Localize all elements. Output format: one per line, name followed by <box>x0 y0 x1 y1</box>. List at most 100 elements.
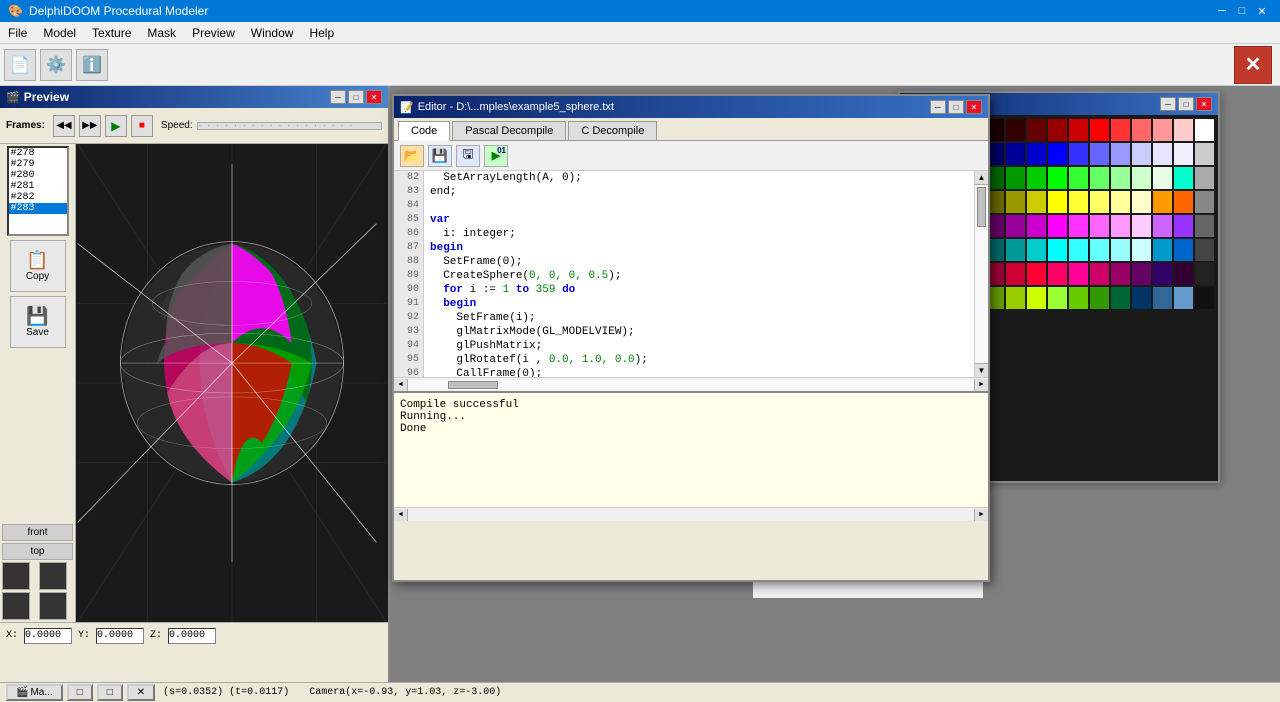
z-input[interactable] <box>168 628 216 644</box>
color-cell-53[interactable] <box>1069 215 1088 237</box>
color-cell-8[interactable] <box>1132 119 1151 141</box>
tab-top[interactable]: top <box>2 543 73 560</box>
color-cell-21[interactable] <box>1153 143 1172 165</box>
color-cell-56[interactable] <box>1132 215 1151 237</box>
menu-window[interactable]: Window <box>243 24 302 42</box>
color-cell-63[interactable] <box>1027 239 1046 261</box>
frame-280[interactable]: #280 <box>9 170 67 181</box>
color-cell-19[interactable] <box>1111 143 1130 165</box>
color-cell-47[interactable] <box>1195 191 1214 213</box>
color-cell-59[interactable] <box>1195 215 1214 237</box>
color-cell-23[interactable] <box>1195 143 1214 165</box>
frame-278[interactable]: #278 <box>9 148 67 159</box>
menu-texture[interactable]: Texture <box>84 24 139 42</box>
color-cell-87[interactable] <box>1027 287 1046 309</box>
color-cell-92[interactable] <box>1132 287 1151 309</box>
copy-button[interactable]: 📋 Copy <box>10 240 66 292</box>
color-cell-35[interactable] <box>1195 167 1214 189</box>
color-cell-62[interactable] <box>1006 239 1025 261</box>
texture-maximize-btn[interactable]: □ <box>1178 97 1194 111</box>
color-cell-43[interactable] <box>1111 191 1130 213</box>
compile-btn[interactable]: ▶ 01 <box>484 145 508 167</box>
minimize-button[interactable]: ─ <box>1212 1 1232 21</box>
editor-minimize-btn[interactable]: ─ <box>930 100 946 114</box>
tab-code[interactable]: Code <box>398 121 450 141</box>
code-scrollbar-h[interactable]: ◄ ► <box>394 377 988 391</box>
color-cell-95[interactable] <box>1195 287 1214 309</box>
color-cell-89[interactable] <box>1069 287 1088 309</box>
color-cell-81[interactable] <box>1153 263 1172 285</box>
y-input[interactable] <box>96 628 144 644</box>
color-cell-15[interactable] <box>1027 143 1046 165</box>
preview-minimize-btn[interactable]: ─ <box>330 90 346 104</box>
color-cell-2[interactable] <box>1006 119 1025 141</box>
color-cell-88[interactable] <box>1048 287 1067 309</box>
tab-c-decompile[interactable]: C Decompile <box>568 121 657 141</box>
color-cell-69[interactable] <box>1153 239 1172 261</box>
menu-mask[interactable]: Mask <box>139 24 184 42</box>
color-cell-77[interactable] <box>1069 263 1088 285</box>
editor-close-btn[interactable]: ✕ <box>966 100 982 114</box>
play-prev-btn[interactable]: ◀◀ <box>53 115 75 137</box>
color-cell-91[interactable] <box>1111 287 1130 309</box>
color-cell-42[interactable] <box>1090 191 1109 213</box>
frame-282[interactable]: #282 <box>9 192 67 203</box>
color-cell-14[interactable] <box>1006 143 1025 165</box>
color-cell-54[interactable] <box>1090 215 1109 237</box>
preview-maximize-btn[interactable]: □ <box>348 90 364 104</box>
color-cell-51[interactable] <box>1027 215 1046 237</box>
color-cell-28[interactable] <box>1048 167 1067 189</box>
color-cell-18[interactable] <box>1090 143 1109 165</box>
color-cell-70[interactable] <box>1174 239 1193 261</box>
play-btn[interactable]: ▶ <box>105 115 127 137</box>
texture-close-btn[interactable]: ✕ <box>1196 97 1212 111</box>
color-cell-39[interactable] <box>1027 191 1046 213</box>
menu-model[interactable]: Model <box>35 24 84 42</box>
color-cell-58[interactable] <box>1174 215 1193 237</box>
color-cell-78[interactable] <box>1090 263 1109 285</box>
color-cell-52[interactable] <box>1048 215 1067 237</box>
color-cell-71[interactable] <box>1195 239 1214 261</box>
color-cell-31[interactable] <box>1111 167 1130 189</box>
color-cell-82[interactable] <box>1174 263 1193 285</box>
menu-file[interactable]: File <box>0 24 35 42</box>
color-cell-74[interactable] <box>1006 263 1025 285</box>
scroll-up-btn[interactable]: ▲ <box>975 171 988 185</box>
texture-minimize-btn[interactable]: ─ <box>1160 97 1176 111</box>
color-cell-86[interactable] <box>1006 287 1025 309</box>
output-scroll-left[interactable]: ◄ <box>394 509 408 521</box>
big-x-button[interactable]: ✕ <box>1234 46 1272 84</box>
color-cell-29[interactable] <box>1069 167 1088 189</box>
menu-preview[interactable]: Preview <box>184 24 243 42</box>
color-cell-68[interactable] <box>1132 239 1151 261</box>
frames-list[interactable]: #278 #279 #280 #281 #282 #283 <box>7 146 69 236</box>
preview-close-btn[interactable]: ✕ <box>366 90 382 104</box>
tab-pascal-decompile[interactable]: Pascal Decompile <box>452 121 566 141</box>
taskbar-btn-3[interactable]: □ <box>97 684 123 701</box>
color-cell-32[interactable] <box>1132 167 1151 189</box>
close-button[interactable]: ✕ <box>1252 1 1272 21</box>
color-cell-16[interactable] <box>1048 143 1067 165</box>
color-cell-33[interactable] <box>1153 167 1172 189</box>
frame-283-selected[interactable]: #283 <box>9 203 67 214</box>
code-scrollbar-v[interactable]: ▲ ▼ <box>974 171 988 377</box>
scroll-right-btn[interactable]: ► <box>974 379 988 391</box>
menu-help[interactable]: Help <box>301 24 342 42</box>
color-cell-17[interactable] <box>1069 143 1088 165</box>
color-cell-4[interactable] <box>1048 119 1067 141</box>
color-cell-75[interactable] <box>1027 263 1046 285</box>
scroll-down-btn[interactable]: ▼ <box>975 363 988 377</box>
color-cell-83[interactable] <box>1195 263 1214 285</box>
color-cell-45[interactable] <box>1153 191 1172 213</box>
taskbar-btn-2[interactable]: □ <box>67 684 93 701</box>
play-next-btn[interactable]: ▶▶ <box>79 115 101 137</box>
save-as-btn[interactable]: 🖫 <box>456 145 480 167</box>
color-cell-41[interactable] <box>1069 191 1088 213</box>
scroll-track[interactable] <box>975 185 988 363</box>
x-input[interactable] <box>24 628 72 644</box>
stop-btn[interactable]: ■ <box>131 115 153 137</box>
frame-279[interactable]: #279 <box>9 159 67 170</box>
frame-281[interactable]: #281 <box>9 181 67 192</box>
color-cell-38[interactable] <box>1006 191 1025 213</box>
color-cell-94[interactable] <box>1174 287 1193 309</box>
